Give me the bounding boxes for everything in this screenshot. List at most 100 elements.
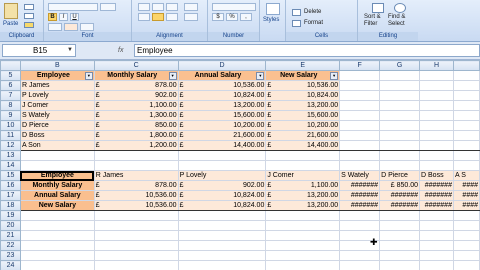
annual-cell[interactable]: £13,200.00 <box>177 100 267 111</box>
cell[interactable] <box>339 100 381 111</box>
row-header[interactable]: 18 <box>0 200 21 211</box>
value-cell[interactable]: £13,200.00 <box>265 200 341 211</box>
cell[interactable] <box>419 230 454 241</box>
employee-cell[interactable]: D Boss <box>19 130 95 141</box>
styles-icon[interactable] <box>266 3 280 15</box>
cell[interactable] <box>452 140 480 151</box>
chevron-down-icon[interactable]: ▼ <box>66 45 74 55</box>
value-cell[interactable]: £10,536.00 <box>93 200 179 211</box>
row-header[interactable]: 6 <box>0 80 21 91</box>
new-cell[interactable]: £13,200.00 <box>265 100 341 111</box>
column-header-f[interactable]: F <box>339 60 381 71</box>
cell[interactable] <box>177 230 267 241</box>
cell[interactable] <box>339 210 381 221</box>
cell[interactable] <box>452 250 480 261</box>
cell[interactable] <box>93 240 179 251</box>
cell[interactable] <box>379 250 421 261</box>
annual-cell[interactable]: £10,536.00 <box>177 80 267 91</box>
cell[interactable] <box>339 110 381 121</box>
row-header[interactable]: 24 <box>0 260 21 270</box>
paste-button[interactable]: Paste <box>3 21 18 27</box>
cell[interactable] <box>19 230 95 241</box>
column-header-d[interactable]: D <box>177 60 267 71</box>
row-header[interactable]: 19 <box>0 210 21 221</box>
cell[interactable] <box>379 100 421 111</box>
value-cell[interactable]: ####### <box>379 190 421 201</box>
employee-cell[interactable]: R James <box>19 80 95 91</box>
header-cell-monthly[interactable]: Monthly Salary ▼ <box>93 70 179 81</box>
cell[interactable] <box>265 220 341 231</box>
cell[interactable] <box>379 80 421 91</box>
cell[interactable] <box>452 260 480 270</box>
row-header[interactable]: 16 <box>0 180 21 191</box>
cell[interactable] <box>19 260 95 270</box>
select-all-corner[interactable] <box>0 60 21 71</box>
value-cell[interactable]: ####### <box>419 180 454 191</box>
cell[interactable] <box>419 260 454 270</box>
cell[interactable] <box>419 160 454 171</box>
cell[interactable] <box>339 140 381 151</box>
filter-dropdown-icon[interactable]: ▼ <box>330 71 339 80</box>
merge-center-icon[interactable] <box>184 13 198 21</box>
monthly-cell[interactable]: £1,100.00 <box>93 100 179 111</box>
cell[interactable] <box>93 260 179 270</box>
cell[interactable] <box>265 250 341 261</box>
value-cell[interactable]: #### <box>452 200 480 211</box>
comma-format-button[interactable]: , <box>240 13 252 21</box>
header-cell-new[interactable]: New Salary ▼ <box>265 70 341 81</box>
new-cell[interactable]: £10,536.00 <box>265 80 341 91</box>
row-header[interactable]: 12 <box>0 140 21 151</box>
new-cell[interactable]: £15,600.00 <box>265 110 341 121</box>
align-left-icon[interactable] <box>138 13 150 21</box>
cell[interactable] <box>19 150 95 161</box>
font-size-select[interactable] <box>100 3 116 11</box>
cell[interactable] <box>379 150 421 161</box>
new-cell[interactable]: £10,824.00 <box>265 90 341 101</box>
cell[interactable] <box>452 110 480 121</box>
row-header[interactable]: 10 <box>0 120 21 131</box>
row-header[interactable]: 20 <box>0 220 21 231</box>
monthly-cell[interactable]: £902.00 <box>93 90 179 101</box>
cell[interactable] <box>339 250 381 261</box>
copy-icon[interactable] <box>24 13 34 19</box>
monthly-cell[interactable]: £850.00 <box>93 120 179 131</box>
cell[interactable] <box>452 230 480 241</box>
value-cell[interactable]: ####### <box>379 200 421 211</box>
employee-cell[interactable]: A Son <box>19 140 95 151</box>
row-header[interactable]: 14 <box>0 160 21 171</box>
cell[interactable] <box>452 220 480 231</box>
cut-icon[interactable] <box>24 4 34 10</box>
cell[interactable] <box>419 80 454 91</box>
insert-function-button[interactable]: fx <box>118 46 132 56</box>
font-color-icon[interactable] <box>80 23 94 31</box>
cell[interactable] <box>19 250 95 261</box>
employee-cell[interactable]: J Comer <box>19 100 95 111</box>
delete-cells-icon[interactable] <box>292 9 301 16</box>
new-cell[interactable]: £10,200.00 <box>265 120 341 131</box>
value-cell[interactable]: £10,536.00 <box>93 190 179 201</box>
filter-button-label[interactable]: Filter <box>364 21 377 27</box>
cell[interactable] <box>93 220 179 231</box>
filter-dropdown-icon[interactable]: ▼ <box>168 71 177 80</box>
monthly-cell[interactable]: £1,800.00 <box>93 130 179 141</box>
cell[interactable] <box>419 110 454 121</box>
cell[interactable] <box>419 120 454 131</box>
cell[interactable] <box>177 240 267 251</box>
cell[interactable] <box>452 150 480 161</box>
cell[interactable] <box>339 260 381 270</box>
cell[interactable] <box>93 160 179 171</box>
delete-button[interactable]: Delete <box>304 9 321 15</box>
row-header[interactable]: 7 <box>0 90 21 101</box>
employee-cell[interactable]: S Wately <box>19 110 95 121</box>
cell[interactable] <box>452 90 480 101</box>
value-cell[interactable]: ####### <box>419 190 454 201</box>
column-header-next[interactable] <box>452 60 480 71</box>
cell[interactable] <box>419 250 454 261</box>
annual-cell[interactable]: £15,600.00 <box>177 110 267 121</box>
value-cell[interactable]: £1,100.00 <box>265 180 341 191</box>
cell[interactable] <box>265 150 341 161</box>
header-cell-employee[interactable]: Employee ▼ <box>19 70 95 81</box>
annual-cell[interactable]: £10,824.00 <box>177 90 267 101</box>
filter-dropdown-icon[interactable]: ▼ <box>84 71 93 80</box>
column-header-b[interactable]: B <box>19 60 95 71</box>
